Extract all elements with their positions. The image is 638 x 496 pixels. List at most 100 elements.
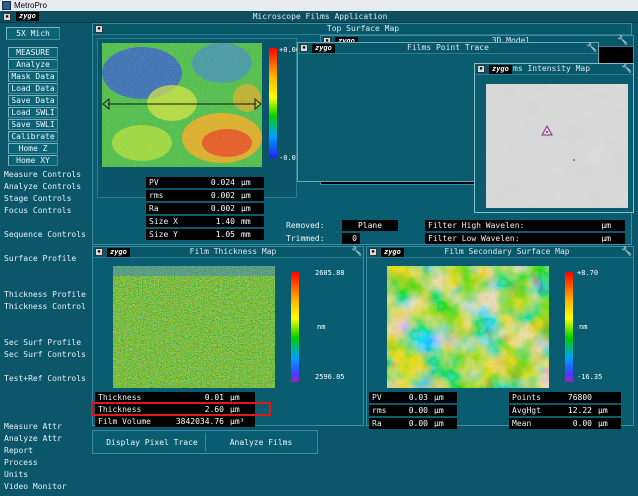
sidebar-link-process[interactable]: Process <box>4 458 38 468</box>
stat-label: rms <box>369 404 395 416</box>
trimmed-value: 0 <box>342 232 360 244</box>
intensity-menu-button[interactable]: ▪ <box>477 65 485 73</box>
point-trace-title: Films Point Trace <box>407 43 489 52</box>
stat-value: 0.00 <box>395 417 431 429</box>
point-trace-tool-icon[interactable]: 🔧 <box>586 43 597 53</box>
thickness-scale-top: 2605.88 <box>315 269 345 277</box>
stat-row: PV 0.03 µm <box>369 391 457 403</box>
top-surface-menu-button[interactable]: ▪ <box>95 25 103 33</box>
stat-value: 76800 <box>543 391 595 403</box>
sidebar-link-thickness-control[interactable]: Thickness Control <box>4 302 86 312</box>
sidebar-link-surface-profile[interactable]: Surface Profile <box>4 254 76 264</box>
sidebar-link-sec-surf-controls[interactable]: Sec Surf Controls <box>4 350 86 360</box>
stat-unit: µm <box>431 391 457 403</box>
stat-label: Film Volume <box>95 415 155 427</box>
sidebar-link-measure-attr[interactable]: Measure Attr <box>4 422 62 432</box>
save-data-button[interactable]: Save Data <box>8 95 58 106</box>
stat-label: Thickness PV <box>95 391 155 413</box>
stat-row: Ra 0.002 µm <box>146 202 264 214</box>
thickness-colorbar <box>291 272 299 382</box>
stat-unit: µm <box>238 189 264 201</box>
filter-low-label: Filter Low Wavelen: <box>425 232 575 244</box>
intensity-tool-icon[interactable]: 🔧 <box>621 64 632 74</box>
stat-row: Mean 0.00 µm <box>509 417 621 429</box>
sidebar-link-measure-controls[interactable]: Measure Controls <box>4 170 81 180</box>
stat-unit: µm <box>238 202 264 214</box>
stat-label: Ra <box>369 417 395 429</box>
filter-low-row: Filter Low Wavelen: µm <box>425 232 625 244</box>
button-divider <box>205 433 206 451</box>
stat-label: Size Y <box>146 228 188 240</box>
sidebar-link-stage-controls[interactable]: Stage Controls <box>4 194 71 204</box>
secondary-map[interactable] <box>387 266 549 388</box>
sidebar-link-sec-surf-profile[interactable]: Sec Surf Profile <box>4 338 81 348</box>
stat-unit: µm <box>595 404 621 416</box>
secondary-window: ▪ zygo Film Secondary Surface Map 🔧 +8.7… <box>366 246 634 429</box>
sidebar-link-test-ref-controls[interactable]: Test+Ref Controls <box>4 374 86 384</box>
sidebar-link-analyze-controls[interactable]: Analyze Controls <box>4 182 81 192</box>
sidebar-link-units[interactable]: Units <box>4 470 28 480</box>
stat-row: Film Volume 3842034.76 µm³ <box>95 415 255 427</box>
measure-button[interactable]: MEASURE <box>8 47 58 58</box>
stat-row: Ra 0.00 µm <box>369 417 457 429</box>
model3d-tool-icon[interactable]: 🔧 <box>617 36 628 46</box>
load-data-button[interactable]: Load Data <box>8 83 58 94</box>
stat-row: rms 0.002 µm <box>146 189 264 201</box>
top-surface-map[interactable] <box>102 43 262 167</box>
zygo-logo: zygo <box>16 12 39 21</box>
stat-row: Size Y 1.05 mm <box>146 228 264 240</box>
home-z-button[interactable]: Home Z <box>8 143 58 154</box>
intensity-window: ▪ zygo ms Intensity Map 🔧 <box>474 63 634 213</box>
stat-unit: µm³ <box>227 415 255 427</box>
thickness-menu-button[interactable]: ▪ <box>95 248 103 256</box>
app-icon <box>2 1 11 10</box>
app-title-bar: ▪ zygo Microscope Films Application <box>0 11 638 23</box>
secondary-title: Film Secondary Surface Map <box>444 247 570 256</box>
thickness-tool-icon[interactable]: 🔧 <box>351 247 362 257</box>
stat-row: rms 0.00 µm <box>369 404 457 416</box>
sidebar-link-sequence-controls[interactable]: Sequence Controls <box>4 230 86 240</box>
magnification-button[interactable]: 5X Mich <box>6 27 60 40</box>
intensity-header: ▪ zygo ms Intensity Map 🔧 <box>475 64 633 75</box>
point-trace-menu-button[interactable]: ▪ <box>300 44 308 52</box>
secondary-zygo-logo: zygo <box>381 248 404 257</box>
stat-label: Mean <box>509 417 543 429</box>
secondary-tool-icon[interactable]: 🔧 <box>621 247 632 257</box>
stat-row: PV 0.024 µm <box>146 176 264 188</box>
mask-data-button[interactable]: Mask Data <box>8 71 58 82</box>
sidebar-link-report[interactable]: Report <box>4 446 33 456</box>
home-xy-button[interactable]: Home XY <box>8 155 58 166</box>
stat-value: 0.002 <box>188 189 238 201</box>
calibrate-button[interactable]: Calibrate <box>8 131 58 142</box>
analyze-films-button[interactable]: Analyze Films <box>211 436 311 449</box>
removed-label: Removed: <box>286 220 325 230</box>
filter-high-label: Filter High Wavelen: <box>425 219 575 231</box>
stat-label: Ra <box>146 202 188 214</box>
sidebar-link-video-monitor[interactable]: Video Monitor <box>4 482 67 492</box>
stat-value: 1.05 <box>188 228 238 240</box>
top-surface-header: ▪ Top Surface Map <box>93 24 631 35</box>
sidebar-link-thickness-profile[interactable]: Thickness Profile <box>4 290 86 300</box>
trimmed-label: Trimmed: <box>286 233 325 243</box>
stat-value: 0.03 <box>395 391 431 403</box>
intensity-map[interactable] <box>486 84 628 208</box>
removed-row: Removed: Plane <box>286 219 398 231</box>
app-menu-button[interactable]: ▪ <box>3 13 11 21</box>
secondary-scale-top: +8.70 <box>577 269 599 277</box>
analyze-button[interactable]: Analyze <box>8 59 58 70</box>
point-trace-header: ▪ zygo Films Point Trace 🔧 <box>298 43 598 54</box>
sidebar-link-focus-controls[interactable]: Focus Controls <box>4 206 71 216</box>
app-title: Microscope Films Application <box>252 12 388 21</box>
load-swli-button[interactable]: Load SWLI <box>8 107 58 118</box>
thickness-scale-bottom: 2596.05 <box>315 373 345 381</box>
thickness-map[interactable] <box>113 266 275 388</box>
secondary-menu-button[interactable]: ▪ <box>369 248 377 256</box>
stat-label: Points <box>509 391 543 403</box>
stat-value: 0.024 <box>188 176 238 188</box>
sidebar-link-analyze-attr[interactable]: Analyze Attr <box>4 434 62 444</box>
display-pixel-trace-button[interactable]: Display Pixel Trace <box>97 436 207 449</box>
stat-value: 3842034.76 <box>155 415 227 427</box>
stat-label: Size X <box>146 215 188 227</box>
save-swli-button[interactable]: Save SWLI <box>8 119 58 130</box>
point-trace-zygo-logo: zygo <box>312 44 335 53</box>
